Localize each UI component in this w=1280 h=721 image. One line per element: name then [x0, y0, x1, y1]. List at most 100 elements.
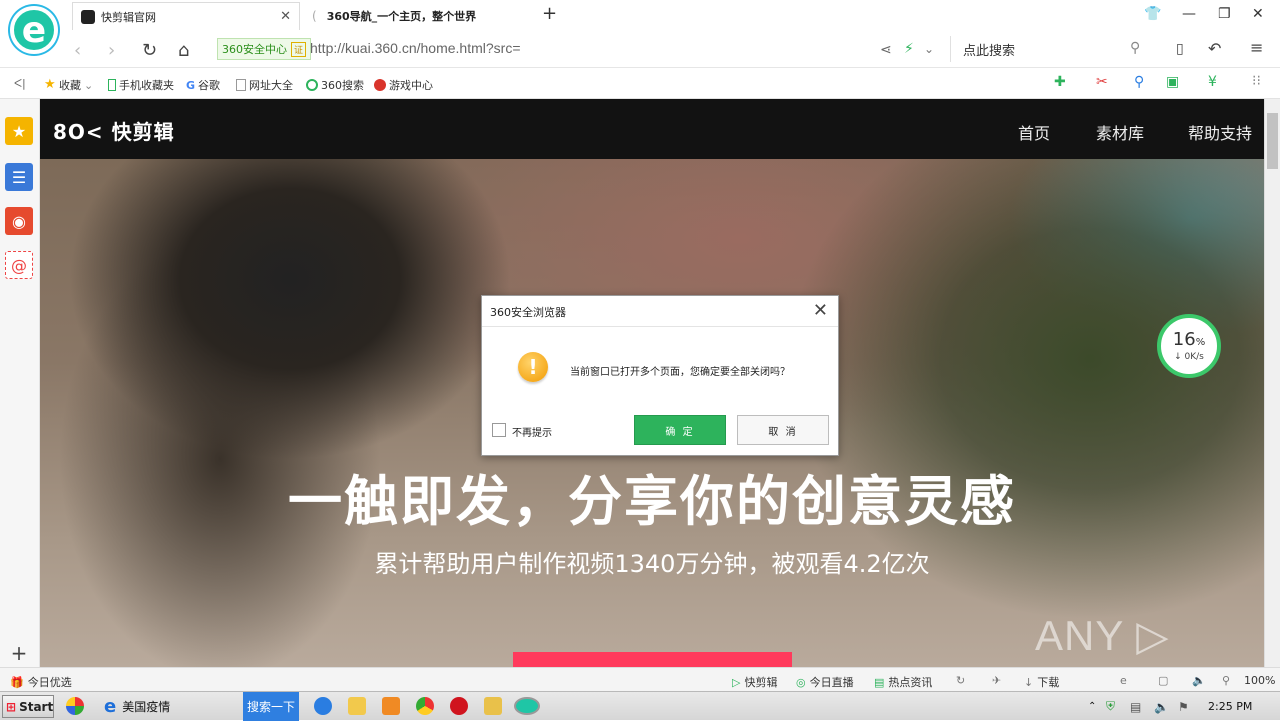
tray-expand-icon[interactable]: ⌃ [1088, 695, 1096, 718]
tab-kuaijianji[interactable]: 快剪辑官网 ✕ [72, 2, 300, 30]
dialog-divider [482, 326, 838, 327]
bookmark-mobile[interactable]: 手机收藏夹 [108, 77, 174, 93]
gamepad-icon[interactable]: ▣ [1166, 74, 1179, 90]
ie-pinned-icon[interactable] [314, 697, 332, 715]
zoom-search-icon[interactable]: ⚲ [1222, 674, 1230, 687]
bookmark-games[interactable]: 游戏中心 [374, 77, 433, 93]
refresh-icon[interactable]: ↻ [142, 40, 157, 61]
volume-icon[interactable]: 🔈 [1192, 674, 1206, 687]
ie-mode-icon[interactable]: e [1120, 674, 1127, 687]
mobile-icon[interactable]: ▯ [1176, 41, 1184, 57]
favorites-star-icon[interactable]: ★ [5, 117, 33, 145]
dialog-close-icon[interactable]: ✕ [813, 300, 828, 321]
dont-show-again-label: 不再提示 [512, 428, 552, 439]
folder-icon[interactable] [348, 697, 366, 715]
forward-icon[interactable]: › [108, 40, 115, 61]
home-icon[interactable]: ⌂ [178, 40, 189, 61]
tray-volume-icon[interactable]: 🔈 [1154, 695, 1169, 718]
weibo-icon[interactable]: ◉ [5, 207, 33, 235]
today-picks[interactable]: 🎁 今日优选 [10, 674, 72, 690]
gift-icon: 🎁 [10, 675, 24, 689]
taskbar-window-label: 美国疫情 [122, 700, 171, 714]
archive-icon[interactable] [484, 697, 502, 715]
scrollbar-thumb[interactable] [1267, 113, 1278, 169]
wallet-icon[interactable]: ¥ [1208, 74, 1217, 90]
page-scrollbar[interactable] [1264, 99, 1280, 667]
bookmark-label: 手机收藏夹 [119, 79, 174, 92]
ok-button[interactable]: 确 定 [634, 415, 726, 445]
add-sidebar-icon[interactable]: + [5, 639, 33, 667]
page-icon [236, 79, 246, 91]
chevron-down-icon[interactable]: ⌄ [924, 42, 934, 56]
skin-icon[interactable]: 👕 [1144, 6, 1161, 22]
taskbar-search-button[interactable]: 搜索一下 [243, 692, 299, 721]
phone-icon [108, 79, 116, 91]
bookmark-google[interactable]: G 谷歌 [186, 77, 220, 93]
tab-title: 360导航_一个主页，整个世界 [326, 10, 477, 23]
status-label: 快剪辑 [744, 676, 778, 689]
search-input[interactable]: 点此搜索 [950, 36, 1155, 62]
collapse-sidebar-icon[interactable]: ᐸ| [14, 77, 26, 90]
site-logo[interactable]: 8O< 快剪辑 [53, 116, 175, 145]
share-icon[interactable]: ⋖ [880, 42, 892, 58]
bookmark-360search[interactable]: 360搜索 [306, 77, 364, 93]
translate-icon[interactable]: ✚ [1054, 74, 1066, 90]
taskbar-clock[interactable]: 2:25 PM [1208, 700, 1252, 713]
tab-title: 快剪辑官网 [101, 10, 156, 24]
certificate-icon: 证 [291, 41, 307, 57]
restore-icon[interactable]: ❐ [1218, 6, 1231, 22]
chrome-icon[interactable] [416, 697, 434, 715]
screenshot-icon[interactable]: ✂ [1096, 74, 1108, 90]
accelerate-icon[interactable]: ✈ [992, 674, 1001, 687]
windows-logo-icon: ⊞ [6, 699, 17, 714]
refresh-status-icon[interactable]: ↻ [956, 674, 965, 687]
status-live[interactable]: ◎ 今日直播 [796, 674, 854, 690]
hero-download-button[interactable] [513, 652, 792, 667]
close-window-icon[interactable]: ✕ [1252, 6, 1264, 22]
security-badge-label: 360安全中心 [222, 43, 287, 56]
tab-bar: e 快剪辑官网 ✕ ( 360导航_一个主页，整个世界 + 👕 — ❐ ✕ [0, 0, 1280, 54]
menu-icon[interactable]: ≡ [1250, 38, 1263, 57]
tray-shield-icon[interactable]: ⛨ [1106, 695, 1115, 718]
tab-close-icon[interactable]: ✕ [280, 9, 291, 24]
back-icon[interactable]: ‹ [74, 40, 81, 61]
status-news[interactable]: ▤ 热点资讯 [874, 674, 932, 690]
find-icon[interactable]: ⚲ [1134, 74, 1144, 90]
tab-360-nav[interactable]: ( 360导航_一个主页，整个世界 [304, 2, 532, 30]
window-icon[interactable]: ▢ [1158, 674, 1168, 687]
status-label: 热点资讯 [888, 676, 933, 689]
360-browser-logo-icon[interactable]: e [10, 6, 58, 54]
new-tab-icon[interactable]: + [542, 3, 557, 24]
tray-flag-icon[interactable]: ⚑ [1178, 695, 1189, 718]
status-label: 今日直播 [809, 676, 854, 689]
start-label: Start [19, 699, 54, 714]
url-input[interactable]: http://kuai.360.cn/home.html?src= [310, 40, 521, 56]
bookmark-label: 收藏 [59, 79, 81, 92]
ie-icon: e [104, 696, 117, 717]
cancel-button[interactable]: 取 消 [737, 415, 829, 445]
bookmark-favorites[interactable]: ★ 收藏 ⌄ [44, 77, 93, 93]
apps-icon[interactable] [66, 697, 84, 715]
nav-materials[interactable]: 素材库 [1096, 120, 1144, 144]
undo-icon[interactable]: ↶ [1208, 39, 1221, 58]
nav-help[interactable]: 帮助支持 [1188, 120, 1252, 144]
dont-show-again-checkbox[interactable] [492, 423, 506, 437]
zoom-level[interactable]: 100% [1244, 674, 1275, 687]
security-badge[interactable]: 360安全中心 证 [217, 38, 312, 60]
mail-icon[interactable]: @ [5, 251, 33, 279]
taskbar-window-ie[interactable]: e 美国疫情 [104, 695, 170, 718]
apps-grid-icon[interactable]: ⁝⁝ [1252, 73, 1261, 89]
minimize-icon[interactable]: — [1182, 6, 1196, 22]
speed-mode-icon[interactable]: ⚡ [904, 41, 914, 57]
status-download[interactable]: ↓ 下载 [1024, 674, 1059, 690]
reading-list-icon[interactable]: ☰ [5, 163, 33, 191]
start-button[interactable]: ⊞ Start [2, 695, 54, 718]
360-browser-taskbar-icon[interactable] [514, 697, 540, 715]
opera-icon[interactable] [450, 697, 468, 715]
status-kuaijianji[interactable]: ▷ 快剪辑 [732, 674, 777, 690]
media-player-icon[interactable] [382, 697, 400, 715]
tray-network-icon[interactable]: ▤ [1130, 695, 1141, 718]
network-speed-widget[interactable]: 16% ↓ 0K/s [1157, 314, 1221, 378]
nav-home[interactable]: 首页 [1018, 120, 1050, 144]
bookmark-urls[interactable]: 网址大全 [236, 77, 293, 93]
